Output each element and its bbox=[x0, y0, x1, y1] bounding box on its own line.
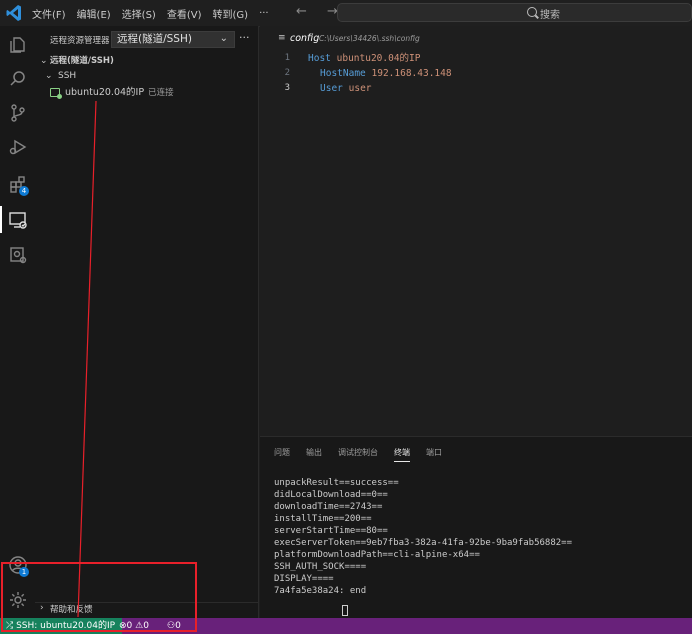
terminal-line: serverStartTime==80== bbox=[274, 526, 388, 536]
menu-view[interactable]: 查看(V) bbox=[167, 6, 202, 21]
status-bar: ⤮ SSH: ubuntu20.04的IP ⊗0 ⚠0 ⚇0 bbox=[0, 618, 692, 634]
code-editor[interactable]: 1 Host ubuntu20.04的IP 2 HostName 192.168… bbox=[260, 50, 692, 436]
search-icon bbox=[527, 7, 537, 17]
code-key: Host bbox=[308, 53, 331, 64]
terminal-output[interactable]: unpackResult==success== didLocalDownload… bbox=[274, 477, 572, 597]
extensions-icon[interactable]: 4 bbox=[4, 170, 31, 197]
remote-icon: ⤮ bbox=[6, 621, 14, 631]
remote-type-value: 远程(隧道/SSH) bbox=[117, 33, 192, 45]
code-value: ubuntu20.04的IP bbox=[336, 53, 421, 64]
bottom-panel: 问题 输出 调试控制台 终端 端口 unpackResult==success=… bbox=[260, 436, 692, 619]
error-icon: ⊗ bbox=[119, 621, 127, 631]
account-icon[interactable]: 1 bbox=[4, 551, 31, 578]
config-file-icon: ≡ bbox=[278, 33, 286, 43]
chevron-down-icon: ⌄ bbox=[45, 71, 53, 81]
panel-tabs: 问题 输出 调试控制台 终端 端口 bbox=[274, 447, 442, 462]
chevron-down-icon: ⌄ bbox=[219, 33, 228, 44]
tree-item-host[interactable]: ubuntu20.04的IP 已连接 bbox=[35, 85, 259, 101]
problems-indicator[interactable]: ⊗0 ⚠0 bbox=[119, 618, 149, 634]
code-line: 1 Host ubuntu20.04的IP bbox=[260, 51, 692, 66]
menu-edit[interactable]: 编辑(E) bbox=[77, 6, 111, 21]
ports-indicator[interactable]: ⚇0 bbox=[167, 618, 181, 634]
terminal-line: execServerToken==9eb7fba3-382a-41fa-92be… bbox=[274, 538, 573, 548]
terminal-line: platformDownloadPath==cli-alpine-x64== bbox=[274, 550, 480, 560]
remote-explorer-icon[interactable] bbox=[0, 206, 31, 233]
line-content: Host ubuntu20.04的IP bbox=[308, 51, 420, 66]
terminal-line: SSH_AUTH_SOCK==== bbox=[274, 562, 367, 572]
ports-icon: ⚇ bbox=[167, 621, 176, 631]
terminal-cursor bbox=[342, 605, 348, 616]
terminal-line: DISPLAY==== bbox=[274, 574, 334, 584]
host-label-wrap: ubuntu20.04的IP 已连接 bbox=[65, 85, 174, 101]
menu-bar: 文件(F) 编辑(E) 选择(S) 查看(V) 转到(G) ··· bbox=[32, 0, 269, 26]
remote-indicator[interactable]: ⤮ SSH: ubuntu20.04的IP bbox=[0, 618, 123, 634]
line-content: User user bbox=[320, 81, 372, 96]
help-section-title: 帮助和反馈 bbox=[50, 605, 93, 615]
breadcrumb-path: C:\Users\34426\.ssh\config bbox=[319, 34, 420, 43]
host-status: 已连接 bbox=[148, 88, 174, 98]
tab-output[interactable]: 输出 bbox=[306, 447, 322, 462]
remote-explorer-sidebar: 远程资源管理器 远程(隧道/SSH) ⌄ ··· ⌄ 远程(隧道/SSH) ⌄ … bbox=[35, 26, 259, 618]
group-label: SSH bbox=[58, 71, 77, 81]
warning-count: 0 bbox=[143, 621, 149, 631]
chevron-down-icon: ⌄ bbox=[40, 56, 48, 66]
explorer-icon[interactable] bbox=[4, 31, 31, 58]
breadcrumb-file[interactable]: config bbox=[290, 33, 319, 44]
command-center-search[interactable]: 搜索 bbox=[337, 3, 692, 22]
tree-group-ssh[interactable]: ⌄ SSH bbox=[35, 68, 259, 84]
run-debug-icon[interactable] bbox=[4, 133, 31, 160]
search-placeholder: 搜索 bbox=[540, 10, 560, 21]
code-value: user bbox=[348, 83, 372, 94]
chevron-right-icon: › bbox=[40, 603, 44, 613]
terminal-line: installTime==200== bbox=[274, 514, 372, 524]
terminal-line: downloadTime==2743== bbox=[274, 502, 383, 512]
menu-selection[interactable]: 选择(S) bbox=[122, 6, 156, 21]
menu-go[interactable]: 转到(G) bbox=[213, 6, 249, 21]
sidebar-title: 远程资源管理器 bbox=[50, 36, 110, 46]
error-count: 0 bbox=[126, 621, 133, 631]
remote-type-dropdown[interactable]: 远程(隧道/SSH) ⌄ bbox=[111, 31, 235, 48]
more-actions-icon[interactable]: ··· bbox=[239, 31, 250, 44]
ports-count: 0 bbox=[175, 621, 181, 631]
tab-terminal[interactable]: 终端 bbox=[394, 447, 410, 462]
account-badge: 1 bbox=[19, 567, 29, 577]
terminal-line: 7a4fa5e38a24: end bbox=[274, 586, 367, 596]
line-number: 1 bbox=[284, 53, 290, 63]
menu-more[interactable]: ··· bbox=[259, 8, 269, 19]
docker-icon[interactable] bbox=[4, 241, 31, 268]
activity-bar: 4 1 bbox=[0, 26, 35, 618]
vscode-logo-icon[interactable] bbox=[6, 4, 22, 22]
source-control-icon[interactable] bbox=[4, 99, 31, 126]
terminal-line: unpackResult==success== bbox=[274, 478, 399, 488]
code-value: 192.168.43.148 bbox=[371, 68, 452, 79]
remote-label: SSH: ubuntu20.04的IP bbox=[16, 621, 116, 631]
code-line: 3 User user bbox=[260, 81, 692, 96]
section-title: 远程(隧道/SSH) bbox=[50, 56, 114, 66]
line-number: 2 bbox=[284, 68, 290, 78]
line-number: 3 bbox=[284, 83, 290, 93]
title-bar: 文件(F) 编辑(E) 选择(S) 查看(V) 转到(G) ··· ← → 搜索 bbox=[0, 0, 692, 27]
tab-debug-console[interactable]: 调试控制台 bbox=[338, 447, 378, 462]
menu-file[interactable]: 文件(F) bbox=[32, 6, 66, 21]
section-remote-tunnels-ssh[interactable]: ⌄ 远程(隧道/SSH) bbox=[35, 53, 259, 69]
sidebar-header: 远程资源管理器 远程(隧道/SSH) ⌄ ··· bbox=[35, 30, 259, 50]
tab-problems[interactable]: 问题 bbox=[274, 447, 290, 462]
search-icon[interactable] bbox=[4, 65, 31, 92]
section-help-feedback[interactable]: › 帮助和反馈 bbox=[35, 602, 259, 619]
host-label: ubuntu20.04的IP bbox=[65, 87, 145, 98]
line-content: HostName 192.168.43.148 bbox=[320, 66, 452, 81]
terminal-line: didLocalDownload==0== bbox=[274, 490, 388, 500]
editor-breadcrumb: ≡ config C:\Users\34426\.ssh\config bbox=[260, 26, 692, 50]
remote-host-connected-icon bbox=[50, 88, 62, 99]
code-key: HostName bbox=[320, 68, 366, 79]
code-line: 2 HostName 192.168.43.148 bbox=[260, 66, 692, 81]
tab-ports[interactable]: 端口 bbox=[426, 447, 442, 462]
extensions-badge: 4 bbox=[19, 186, 29, 196]
settings-gear-icon[interactable] bbox=[4, 586, 31, 613]
code-key: User bbox=[320, 83, 343, 94]
